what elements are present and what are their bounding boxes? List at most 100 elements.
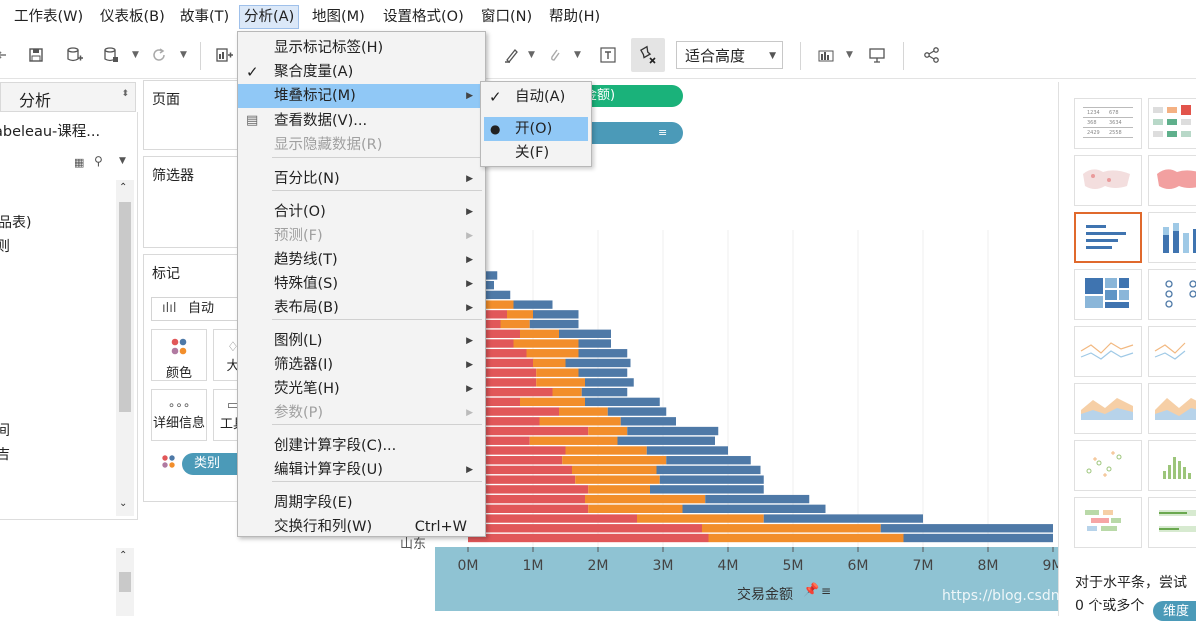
bar-segment[interactable] (468, 514, 637, 523)
bar-segment[interactable] (617, 436, 716, 445)
bar-segment[interactable] (659, 475, 764, 484)
bar-segment[interactable] (468, 485, 589, 494)
search-icon[interactable]: ⚲ (94, 154, 103, 168)
analysis-menu-item[interactable]: 交换行和列(W) Ctrl+W (238, 515, 485, 539)
analysis-menu-item[interactable]: 创建计算字段(C)... (238, 434, 485, 458)
menu-window[interactable]: 窗口(N) (477, 6, 536, 28)
bar-segment[interactable] (520, 397, 585, 407)
bar-segment[interactable] (588, 504, 683, 514)
menu-story[interactable]: 故事(T) (176, 6, 233, 28)
chart-type-area-continuous[interactable] (1074, 383, 1142, 434)
bar-segment[interactable] (588, 426, 628, 436)
bar-segment[interactable] (572, 465, 657, 475)
bar-segment[interactable] (585, 378, 634, 387)
chart-type-lines-discrete[interactable] (1148, 326, 1196, 377)
mark-type-select[interactable]: ılıl 自动 (151, 297, 243, 321)
chart-type-text-table[interactable]: 1234 678 368 3634 2429 2558 (1074, 98, 1142, 149)
bar-segment[interactable] (578, 339, 612, 348)
bar-segment[interactable] (533, 358, 566, 368)
text-icon[interactable] (594, 42, 622, 68)
bar-segment[interactable] (529, 319, 579, 329)
highlight-dropdown-icon[interactable]: ▼ (528, 50, 535, 60)
bar-segment[interactable] (552, 387, 582, 397)
refresh-dropdown-icon[interactable]: ▼ (180, 50, 187, 60)
menu-analysis[interactable]: 分析(A) (239, 5, 300, 29)
clip-dropdown-icon[interactable]: ▼ (574, 50, 581, 60)
bar-segment[interactable] (656, 465, 761, 475)
analysis-menu-item[interactable]: 周期字段(E) (238, 491, 485, 515)
analysis-menu-item[interactable]: 堆叠标记(M) ▶ (238, 84, 485, 108)
chart-type-circle-views[interactable] (1148, 269, 1196, 320)
analysis-menu-item[interactable]: 趋势线(T) ▶ (238, 248, 485, 272)
menu-dashboard[interactable]: 仪表板(B) (96, 6, 169, 28)
bar-segment[interactable] (637, 514, 764, 523)
bar-segment[interactable] (468, 524, 702, 533)
bar-segment[interactable] (705, 494, 810, 504)
stack-on-item[interactable]: ● 开(O) (484, 117, 588, 141)
bar-segment[interactable] (533, 310, 579, 319)
chart-type-stacked-bars[interactable] (1148, 212, 1196, 263)
scroll-down-icon[interactable]: ⌄ (119, 498, 127, 509)
bar-segment[interactable] (559, 407, 608, 416)
analysis-menu-item[interactable]: 图例(L) ▶ (238, 329, 485, 353)
pin-icon[interactable]: 📌 (803, 583, 819, 598)
analysis-menu-item[interactable]: 预测(F) ▶ (238, 224, 485, 248)
menu-worksheet[interactable]: 工作表(W) (10, 6, 87, 28)
bar-segment[interactable] (581, 387, 628, 397)
fit-select[interactable]: 适合高度 ▼ (676, 41, 783, 69)
bar-segment[interactable] (627, 426, 719, 436)
menu-map[interactable]: 地图(M) (308, 6, 369, 28)
analysis-menu-item[interactable]: 显示标记标签(H) (238, 36, 485, 60)
bar-segment[interactable] (559, 329, 611, 338)
bar-segment[interactable] (529, 436, 618, 445)
color-button[interactable]: 颜色 (151, 329, 207, 381)
analysis-menu-item[interactable]: 表布局(B) ▶ (238, 296, 485, 320)
field-fragment[interactable]: 间 (0, 420, 10, 440)
undo-icon[interactable] (0, 42, 16, 68)
pin-clear-icon[interactable] (631, 38, 665, 72)
analysis-menu-item[interactable]: 筛选器(I) ▶ (238, 353, 485, 377)
bar-segment[interactable] (575, 475, 660, 484)
highlight-pen-icon[interactable] (497, 42, 525, 68)
show-me-dropdown-icon[interactable]: ▼ (846, 50, 853, 60)
chart-type-area-discrete[interactable] (1148, 383, 1196, 434)
bar-segment[interactable] (507, 310, 533, 319)
bar-segment[interactable] (539, 417, 621, 426)
pane-dropdown-icon[interactable]: ▼ (119, 156, 126, 166)
rows-pill[interactable]: ≡ (578, 122, 683, 144)
bar-segment[interactable] (585, 494, 706, 504)
new-datasource-icon[interactable] (60, 42, 88, 68)
bar-segment[interactable] (702, 524, 881, 533)
view-mode-icon[interactable]: ▦ (74, 156, 84, 169)
menu-help[interactable]: 帮助(H) (545, 6, 604, 28)
bar-segment[interactable] (526, 349, 579, 358)
save-icon[interactable] (22, 42, 50, 68)
bar-segment[interactable] (903, 533, 1054, 543)
bar-segment[interactable] (620, 417, 676, 426)
chart-type-heat-table[interactable] (1148, 98, 1196, 149)
bar-segment[interactable] (578, 368, 628, 377)
bar-segment[interactable] (565, 358, 631, 368)
bar-segment[interactable] (585, 397, 660, 407)
field-fragment[interactable]: 则 (0, 236, 10, 256)
scroll-up-icon[interactable]: ⌃ (119, 550, 127, 561)
bar-segment[interactable] (520, 329, 559, 338)
bar-segment[interactable] (763, 514, 923, 523)
analysis-menu-item[interactable]: 参数(P) ▶ (238, 401, 485, 425)
bar-segment[interactable] (607, 407, 667, 416)
show-me-icon[interactable] (813, 42, 841, 68)
datasource-name[interactable]: abeleau-课程... (0, 120, 100, 141)
bar-segment[interactable] (650, 485, 764, 494)
refresh-icon[interactable] (145, 42, 173, 68)
scroll-thumb[interactable] (119, 572, 131, 592)
clip-icon[interactable] (541, 42, 569, 68)
chart-type-filled-map[interactable] (1148, 155, 1196, 206)
stack-auto-item[interactable]: ✓ 自动(A) (481, 85, 591, 109)
x-axis-title[interactable]: 交易金额 (737, 584, 793, 604)
bar-segment[interactable] (646, 446, 728, 455)
datasource-dropdown-icon[interactable]: ▼ (132, 50, 139, 60)
analysis-menu-item[interactable]: ▤ 查看数据(V)... (238, 109, 485, 133)
bar-segment[interactable] (880, 524, 1053, 533)
chart-type-scatter[interactable] (1074, 440, 1142, 491)
analysis-menu-item[interactable]: 百分比(N) ▶ (238, 167, 485, 191)
